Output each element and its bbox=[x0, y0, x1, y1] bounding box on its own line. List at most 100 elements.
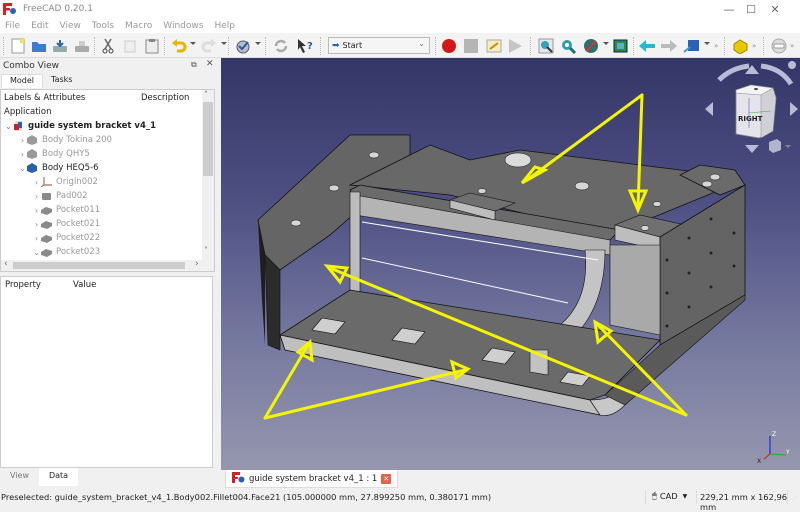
navigation-style-selector[interactable]: 🖱 CAD ▼ bbox=[652, 491, 687, 501]
workbench-check-dropdown-icon[interactable] bbox=[255, 42, 261, 45]
chevron-right-icon[interactable]: › bbox=[18, 136, 27, 145]
tab-tasks[interactable]: Tasks bbox=[43, 74, 80, 88]
freecad-logo-icon bbox=[3, 3, 17, 15]
chevron-down-icon[interactable]: ⌄ bbox=[18, 164, 27, 173]
chevron-down-icon[interactable]: ⌄ bbox=[32, 248, 41, 257]
tab-data[interactable]: Data bbox=[38, 468, 79, 486]
rotate-left-arrow-icon[interactable] bbox=[717, 63, 750, 82]
fit-all-icon[interactable] bbox=[537, 37, 554, 54]
scroll-down-icon[interactable]: ˅ bbox=[204, 246, 208, 255]
paste-icon[interactable] bbox=[143, 37, 160, 54]
view-menu-dropdown-icon[interactable] bbox=[785, 145, 791, 148]
menu-file[interactable]: File bbox=[5, 21, 20, 31]
workbench-check-icon[interactable] bbox=[234, 37, 251, 54]
tree-item[interactable]: ⌄ Pocket023 bbox=[1, 245, 214, 259]
tree-item[interactable]: › Pocket011 bbox=[1, 203, 214, 217]
menu-edit[interactable]: Edit bbox=[31, 21, 48, 31]
tree-item[interactable]: ⌄ Body HEQ5-6 bbox=[1, 161, 214, 175]
open-file-icon[interactable] bbox=[30, 37, 47, 54]
std-views-icon[interactable] bbox=[683, 37, 700, 54]
close-tab-icon[interactable]: ✕ bbox=[381, 473, 392, 484]
annotation-arrowhead bbox=[520, 165, 549, 185]
menu-view[interactable]: View bbox=[60, 21, 81, 31]
undo-dropdown-icon[interactable] bbox=[190, 42, 196, 45]
close-panel-icon[interactable]: ✕ bbox=[206, 59, 214, 69]
save-as-icon[interactable] bbox=[73, 37, 90, 54]
macro-edit-icon[interactable] bbox=[485, 37, 502, 54]
pan-right-arrow-icon[interactable] bbox=[790, 102, 798, 116]
tree-item[interactable]: › Body QHY5 bbox=[1, 147, 214, 161]
chevron-right-icon[interactable]: › bbox=[32, 206, 41, 215]
toolbar-overflow-icon[interactable]: » bbox=[714, 42, 718, 50]
draw-style-dropdown-icon[interactable] bbox=[603, 42, 609, 45]
workbench-selector[interactable]: ➡ Start ⌄ bbox=[328, 37, 430, 54]
menu-tools[interactable]: Tools bbox=[92, 21, 114, 31]
annotation-arrow bbox=[263, 343, 310, 420]
tree-item[interactable]: ⌄ guide system bracket v4_1 bbox=[1, 119, 214, 133]
std-views-dropdown-icon[interactable] bbox=[704, 42, 710, 45]
save-icon[interactable] bbox=[51, 37, 68, 54]
draw-style-icon[interactable] bbox=[582, 37, 599, 54]
scroll-right-icon[interactable]: › bbox=[195, 259, 199, 269]
tree-item-label: guide system bracket v4_1 bbox=[28, 121, 157, 131]
view-menu-cube-icon[interactable] bbox=[769, 139, 781, 153]
tree-horizontal-scrollbar[interactable]: ‹ › bbox=[1, 259, 214, 271]
refresh-icon[interactable] bbox=[272, 37, 289, 54]
pan-left-arrow-icon[interactable] bbox=[705, 102, 713, 116]
chevron-down-icon[interactable]: ⌄ bbox=[4, 122, 13, 131]
close-window-button[interactable]: ✕ bbox=[752, 0, 798, 18]
macro-record-icon[interactable] bbox=[440, 37, 457, 54]
tree-item[interactable]: › Pocket021 bbox=[1, 217, 214, 231]
3d-viewport[interactable]: RIGHT Z Y X bbox=[221, 58, 800, 470]
tree-vertical-scrollbar[interactable]: ˄ ˅ bbox=[202, 90, 214, 260]
chevron-right-icon[interactable]: › bbox=[32, 234, 41, 243]
chevron-right-icon[interactable]: › bbox=[32, 192, 41, 201]
macro-run-icon[interactable] bbox=[506, 37, 523, 54]
scrollbar-thumb[interactable] bbox=[203, 102, 213, 176]
scroll-up-icon[interactable]: ˄ bbox=[204, 90, 208, 99]
column-value[interactable]: Value bbox=[73, 280, 96, 290]
resize-grip-icon[interactable]: ⋰ bbox=[792, 495, 798, 502]
pan-down-arrow-icon[interactable] bbox=[745, 145, 759, 153]
document-tab[interactable]: guide system bracket v4_1 : 1 ✕ bbox=[225, 470, 399, 488]
nav-back-icon[interactable] bbox=[638, 37, 655, 54]
tree-item[interactable]: › Pocket022 bbox=[1, 231, 214, 245]
redo-dropdown-icon[interactable] bbox=[221, 42, 227, 45]
menu-windows[interactable]: Windows bbox=[163, 21, 203, 31]
column-property[interactable]: Property bbox=[1, 280, 73, 290]
chevron-right-icon[interactable]: › bbox=[32, 178, 41, 187]
menu-help[interactable]: Help bbox=[214, 21, 235, 31]
status-message: Preselected: guide_system_bracket_v4_1.B… bbox=[1, 492, 492, 502]
scroll-left-icon[interactable]: ‹ bbox=[4, 259, 8, 269]
menu-macro[interactable]: Macro bbox=[125, 21, 152, 31]
toolbar-grip[interactable] bbox=[3, 37, 4, 55]
whats-this-icon[interactable]: ? bbox=[297, 37, 314, 54]
bounding-box-icon[interactable] bbox=[612, 37, 629, 54]
chevron-right-icon[interactable]: › bbox=[32, 220, 41, 229]
redo-icon[interactable] bbox=[200, 37, 217, 54]
macro-stop-icon[interactable] bbox=[462, 37, 479, 54]
chevron-right-icon[interactable]: › bbox=[18, 150, 27, 159]
column-description[interactable]: Description bbox=[141, 93, 189, 103]
fit-selection-icon[interactable] bbox=[559, 37, 576, 54]
tree-item[interactable]: › Origin002 bbox=[1, 175, 214, 189]
cut-icon[interactable] bbox=[99, 37, 116, 54]
column-labels-attributes[interactable]: Labels & Attributes bbox=[1, 93, 141, 103]
navigation-cube[interactable]: RIGHT bbox=[701, 58, 800, 163]
tab-view[interactable]: View bbox=[0, 468, 39, 486]
toolbar-overflow-icon[interactable]: » bbox=[752, 42, 756, 50]
close-toolbar-icon[interactable] bbox=[770, 37, 787, 54]
toolbar-overflow-icon[interactable]: » bbox=[790, 42, 794, 50]
copy-icon[interactable] bbox=[121, 37, 138, 54]
rotate-right-arrow-icon[interactable] bbox=[760, 63, 794, 86]
scrollbar-thumb[interactable] bbox=[13, 262, 185, 269]
tab-model[interactable]: Model bbox=[1, 74, 44, 88]
menu-dot-icon[interactable] bbox=[788, 61, 796, 69]
tree-item[interactable]: › Body Tokina 200 bbox=[1, 133, 214, 147]
undock-icon[interactable]: ⧉ bbox=[191, 60, 197, 70]
undo-icon[interactable] bbox=[170, 37, 187, 54]
tree-item[interactable]: › Pad002 bbox=[1, 189, 214, 203]
part-box-icon[interactable] bbox=[731, 37, 748, 54]
new-file-icon[interactable] bbox=[9, 37, 26, 54]
nav-forward-icon[interactable] bbox=[660, 37, 677, 54]
